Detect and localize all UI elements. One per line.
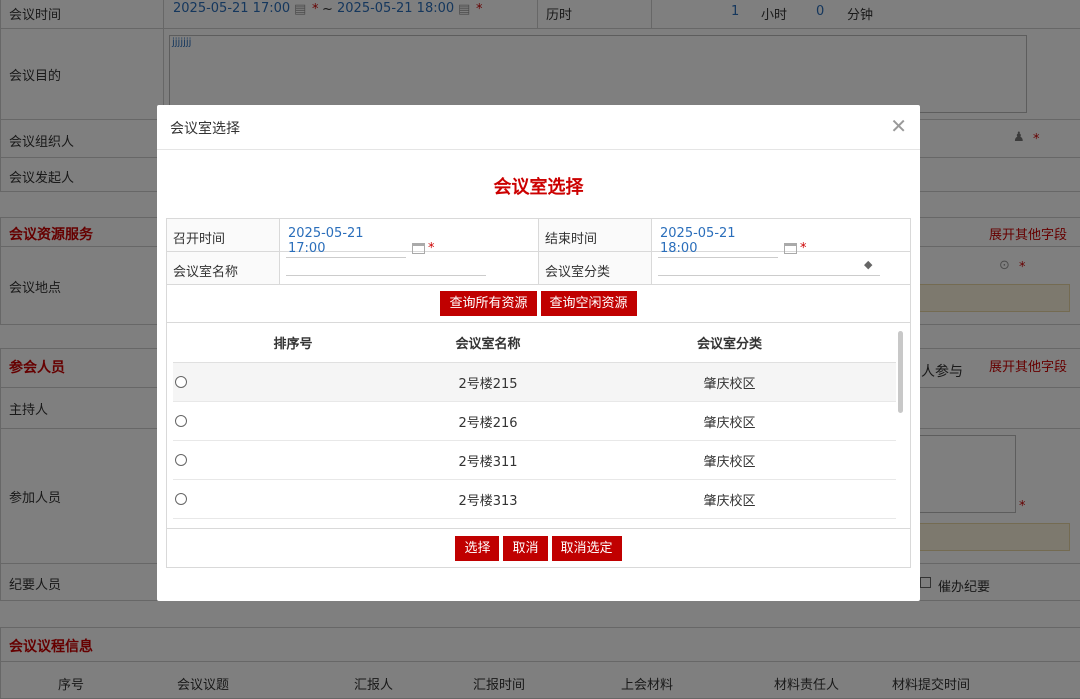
- room-radio[interactable]: [175, 376, 187, 388]
- room-row[interactable]: 2号楼215 肇庆校区: [173, 363, 896, 402]
- filter-form: 召开时间 2025-05-21 17:00 * 结束时间 2025-05-21 1…: [166, 218, 911, 568]
- room-name-cell: [280, 252, 539, 284]
- col-room-category: 会议室分类: [696, 337, 762, 352]
- room-name-input[interactable]: [286, 258, 486, 276]
- room-category: 肇庆校区: [703, 454, 756, 470]
- room-name: 2号楼215: [458, 376, 518, 392]
- clear-selection-button[interactable]: 取消选定: [551, 535, 622, 561]
- filter-row-room: 会议室名称 会议室分类 ◆: [167, 252, 910, 285]
- room-radio[interactable]: [175, 454, 187, 466]
- room-select-dialog: 会议室选择 ✕ 会议室选择 召开时间 2025-05-21 17:00 * 结束时…: [157, 105, 920, 601]
- room-name: 2号楼311: [458, 454, 518, 470]
- room-row[interactable]: 2号楼313 肇庆校区: [173, 480, 896, 519]
- start-time-cell: 2025-05-21 17:00 *: [280, 219, 539, 258]
- dialog-header: 会议室选择 ✕: [157, 105, 920, 150]
- room-row[interactable]: 2号楼216 肇庆校区: [173, 402, 896, 441]
- query-buttons: 查询所有资源 查询空闲资源: [167, 285, 910, 323]
- action-buttons: 选择 取消 取消选定: [167, 529, 910, 567]
- query-all-button[interactable]: 查询所有资源: [440, 291, 537, 316]
- col-order: 排序号: [273, 337, 313, 352]
- filter-row-time: 召开时间 2025-05-21 17:00 * 结束时间 2025-05-21 1…: [167, 219, 910, 258]
- room-category-cell: ◆: [652, 252, 910, 284]
- query-free-button[interactable]: 查询空闲资源: [540, 291, 637, 316]
- room-radio[interactable]: [175, 415, 187, 427]
- room-list-header: 排序号 会议室名称 会议室分类: [173, 323, 896, 363]
- room-name: 2号楼313: [458, 493, 518, 509]
- room-name-label: 会议室名称: [167, 252, 280, 284]
- start-time-label: 召开时间: [167, 219, 280, 251]
- room-category-label: 会议室分类: [539, 252, 652, 284]
- list-scrollbar[interactable]: [898, 331, 903, 413]
- room-category: 肇庆校区: [703, 415, 756, 431]
- col-room-name: 会议室名称: [455, 337, 521, 352]
- room-row[interactable]: 2号楼311 肇庆校区: [173, 441, 896, 480]
- room-category: 肇庆校区: [703, 493, 756, 509]
- room-list: 排序号 会议室名称 会议室分类 2号楼215 肇庆校区 2号楼216 肇庆校区 …: [167, 323, 910, 529]
- cancel-button[interactable]: 取消: [503, 535, 548, 561]
- dialog-title: 会议室选择: [170, 121, 240, 137]
- dialog-heading: 会议室选择: [493, 177, 584, 198]
- room-radio[interactable]: [175, 493, 187, 505]
- close-icon[interactable]: ✕: [890, 115, 907, 137]
- room-name: 2号楼216: [458, 415, 518, 431]
- end-time-label: 结束时间: [539, 219, 652, 251]
- room-category-input[interactable]: [658, 258, 880, 276]
- select-button[interactable]: 选择: [455, 535, 500, 561]
- tag-icon[interactable]: ◆: [864, 258, 872, 271]
- room-category: 肇庆校区: [703, 376, 756, 392]
- end-time-cell: 2025-05-21 18:00 *: [652, 219, 910, 258]
